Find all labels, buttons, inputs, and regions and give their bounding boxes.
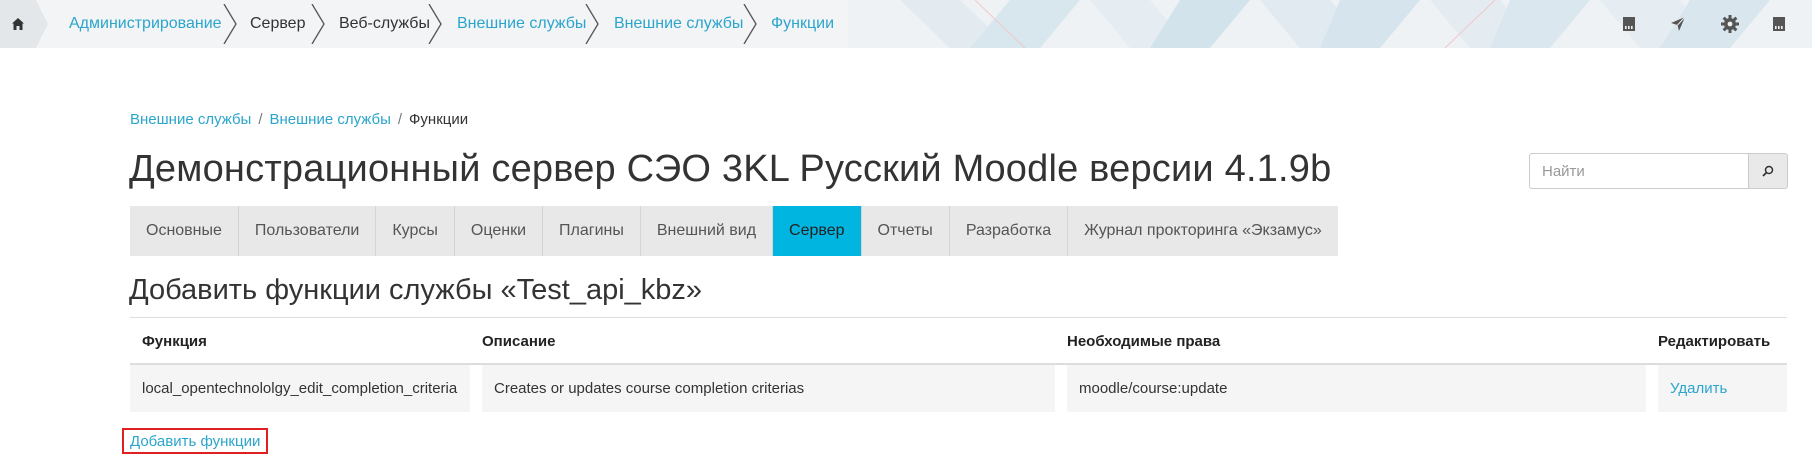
cell-capabilities: moodle/course:update	[1055, 365, 1646, 412]
sd-card-button[interactable]	[1617, 12, 1641, 36]
tab-proctoring-log[interactable]: Журнал прокторинга «Экзамус»	[1068, 206, 1338, 256]
tab-appearance[interactable]: Внешний вид	[640, 206, 774, 256]
settings-button[interactable]	[1718, 12, 1742, 36]
search-input[interactable]	[1529, 153, 1748, 189]
paper-plane-icon	[1671, 16, 1686, 31]
tab-courses[interactable]: Курсы	[376, 206, 455, 256]
breadcrumb-separator: /	[258, 111, 263, 128]
chevron-right-icon	[585, 4, 599, 44]
add-functions-link[interactable]: Добавить функции	[122, 428, 269, 454]
messages-button[interactable]	[1666, 12, 1690, 36]
search-icon	[1762, 165, 1774, 177]
delete-link[interactable]: Удалить	[1646, 365, 1787, 412]
column-header-edit: Редактировать	[1658, 333, 1771, 350]
chevron-right-icon	[223, 4, 237, 44]
tab-plugins[interactable]: Плагины	[543, 206, 641, 256]
navbar-crumb-web-services[interactable]: Веб-службы	[339, 0, 430, 48]
admin-tabs: Основные Пользователи Курсы Оценки Плаги…	[130, 206, 1338, 256]
navbar-crumb-external-services-2[interactable]: Внешние службы	[614, 0, 743, 48]
gear-icon	[1721, 15, 1739, 33]
tab-users[interactable]: Пользователи	[238, 206, 377, 256]
search-form	[1529, 153, 1788, 189]
chevron-right-icon	[311, 4, 325, 44]
table-row: local_opentechnololgy_edit_completion_cr…	[130, 365, 1787, 412]
column-header-capabilities: Необходимые права	[1067, 333, 1221, 350]
chevron-right-icon	[428, 4, 442, 44]
navbar-crumb-administration[interactable]: Администрирование	[69, 0, 222, 48]
section-title: Добавить функции службы «Test_api_kbz»	[129, 274, 703, 306]
column-header-description: Описание	[482, 333, 556, 350]
navbar-crumb-server[interactable]: Сервер	[250, 0, 305, 48]
search-button[interactable]	[1748, 153, 1788, 189]
page-breadcrumb: Внешние службы / Внешние службы / Функции	[130, 109, 468, 131]
chevron-right-icon	[743, 4, 757, 44]
user-menu-button[interactable]	[1767, 12, 1791, 36]
tab-server[interactable]: Сервер	[773, 206, 862, 256]
sd-card-icon	[1773, 17, 1785, 31]
tab-reports[interactable]: Отчеты	[861, 206, 950, 256]
home-icon	[12, 18, 24, 30]
page-crumb-current: Функции	[409, 111, 469, 128]
cell-function-name: local_opentechnololgy_edit_completion_cr…	[130, 365, 470, 412]
navbar-crumb-external-services[interactable]: Внешние службы	[457, 0, 586, 48]
navbar-crumb-functions[interactable]: Функции	[771, 0, 834, 48]
cell-description: Creates or updates course completion cri…	[470, 365, 1055, 412]
functions-table: Функция Описание Необходимые права Редак…	[130, 317, 1787, 412]
tab-general[interactable]: Основные	[130, 206, 239, 256]
page-crumb-external-services-2[interactable]: Внешние службы	[270, 111, 391, 128]
table-header: Функция Описание Необходимые права Редак…	[130, 318, 1787, 365]
breadcrumb-separator: /	[397, 111, 403, 128]
page-crumb-external-services[interactable]: Внешние службы	[130, 111, 251, 128]
tab-grades[interactable]: Оценки	[454, 206, 544, 256]
column-header-function: Функция	[142, 333, 207, 350]
page-title: Демонстрационный сервер СЭО 3KL Русский …	[129, 148, 1332, 190]
sd-card-icon	[1623, 17, 1635, 31]
tab-development[interactable]: Разработка	[949, 206, 1069, 256]
top-navbar: Администрирование Сервер Веб-службы Внеш…	[0, 0, 1812, 48]
